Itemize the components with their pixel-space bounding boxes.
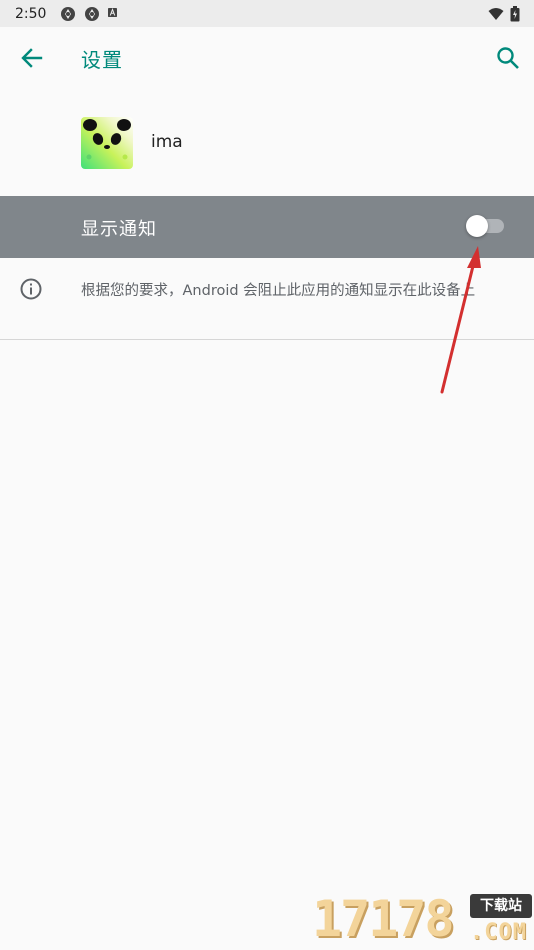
app-header: ima	[0, 89, 534, 196]
watermark-badge: 下载站	[470, 894, 532, 918]
app-name: ima	[151, 132, 183, 152]
arrow-back-icon[interactable]	[18, 44, 46, 72]
show-notifications-row[interactable]: 显示通知	[0, 196, 534, 258]
toolbar: 设置	[0, 27, 534, 89]
status-time: 2:50	[15, 5, 47, 22]
panda-app-icon	[81, 117, 133, 169]
toggle-switch-thumb[interactable]	[466, 215, 488, 237]
wifi-icon	[488, 7, 504, 20]
watermark-domain: .COM	[470, 920, 527, 945]
font-a-icon	[108, 7, 118, 17]
aperture-icon	[85, 6, 100, 21]
info-text: 根据您的要求，Android 会阻止此应用的通知显示在此设备上	[81, 283, 476, 299]
search-icon[interactable]	[494, 44, 522, 72]
status-left-icons	[60, 6, 120, 22]
status-bar: 2:50	[0, 0, 534, 27]
battery-icon	[510, 5, 520, 21]
status-right-icons	[488, 5, 520, 22]
page-title: 设置	[81, 48, 123, 72]
watermark: 17178 下载站 .COM	[308, 888, 534, 950]
show-notifications-label: 显示通知	[81, 219, 157, 240]
info-row: 根据您的要求，Android 会阻止此应用的通知显示在此设备上	[0, 258, 534, 340]
watermark-digits: 17178	[312, 890, 455, 948]
aperture-icon	[61, 6, 76, 21]
info-icon	[20, 278, 42, 300]
